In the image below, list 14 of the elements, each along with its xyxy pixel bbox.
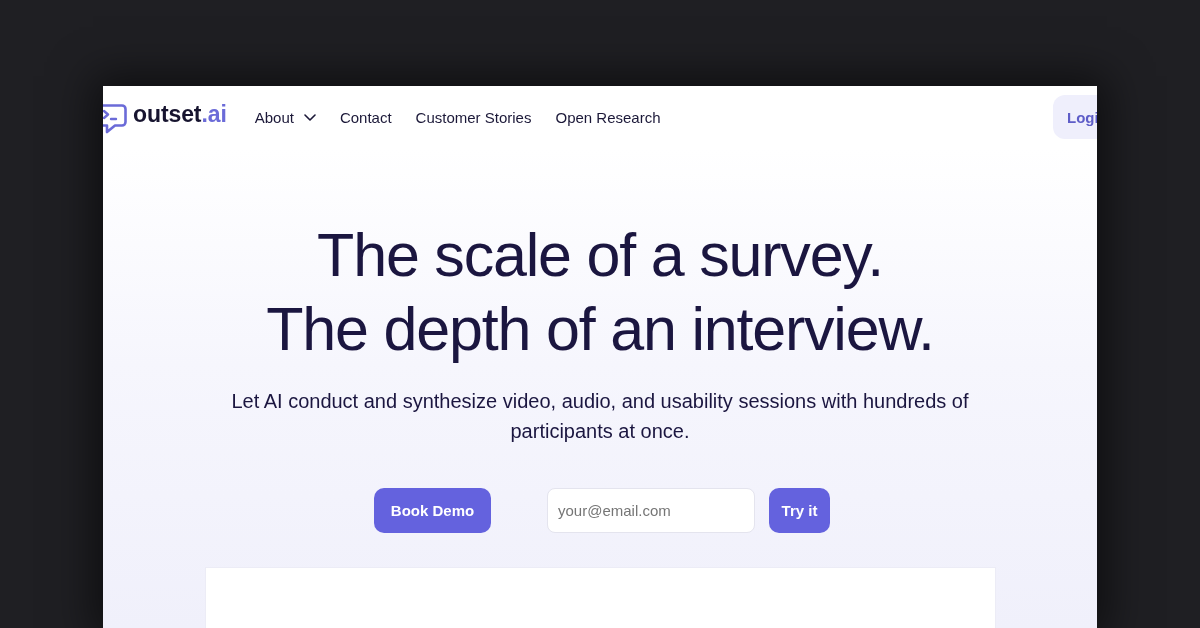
nav-link[interactable]: About [254, 108, 316, 126]
chevron-down-icon[interactable] [303, 113, 316, 121]
hero-headline: The scale of a survey. [317, 220, 883, 291]
try-it-button[interactable]: Try it [769, 488, 830, 533]
email-field[interactable]: your@email.com [547, 488, 755, 533]
hero-headline: The depth of an interview. [266, 294, 934, 365]
speech-bubble-icon [103, 101, 128, 134]
book-demo-button[interactable]: Book Demo [374, 488, 491, 533]
logo-wordmark[interactable]: outset.ai [133, 102, 227, 126]
nav-link[interactable]: Contact [339, 108, 392, 126]
nav-link[interactable]: Customer Stories [415, 108, 532, 126]
nav-link[interactable]: Open Research [555, 108, 661, 126]
hero-subtitle: Let AI conduct and synthesize video, audio, and usability sessions with hundreds of participants at once. [230, 389, 970, 444]
login-button[interactable]: Logi [1053, 95, 1097, 139]
